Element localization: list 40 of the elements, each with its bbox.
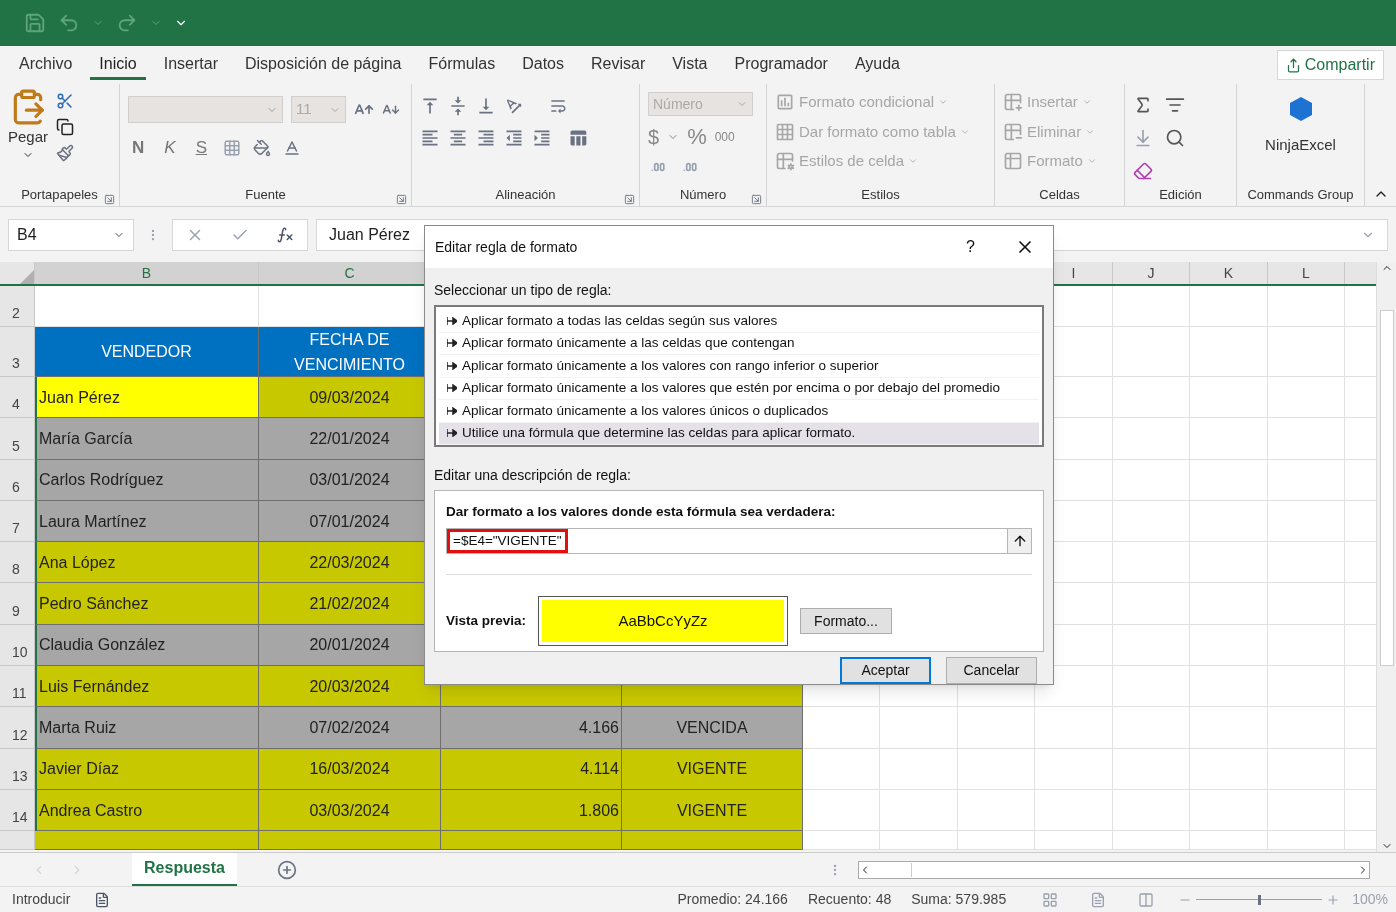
- table-cell: 1.806: [441, 789, 622, 832]
- table-cell: 20/03/2024: [259, 666, 441, 708]
- table-cell: Luis Fernández: [35, 666, 259, 708]
- table-cell: Juan Pérez: [35, 377, 259, 419]
- mode-indicator: Introducir: [12, 890, 71, 909]
- group-label: Estilos: [861, 186, 900, 205]
- formula-text: =$E4="VIGENTE": [447, 529, 568, 554]
- format-preview: AaBbCcYyZz: [538, 596, 788, 647]
- status-statistic: Promedio: 24.166: [677, 890, 788, 909]
- table-cell: Marta Ruiz: [35, 707, 259, 749]
- table-cell: Carlos Rodríguez: [35, 459, 259, 501]
- table-cell: 4.114: [441, 748, 622, 790]
- group-label: Celdas: [1039, 186, 1080, 205]
- formula-label: Dar formato a los valores donde esta fórmula sea verdadera:: [446, 503, 837, 521]
- group-label: Número: [679, 186, 727, 205]
- table-cell: Claudia González: [35, 624, 259, 667]
- dialog-title: Editar regla de formato: [435, 237, 579, 257]
- status-statistic: Suma: 579.985: [911, 890, 1007, 909]
- preview-label: Vista previa:: [446, 612, 528, 631]
- table-cell: VIGENTE: [622, 789, 803, 832]
- group-label: Portapapeles: [21, 186, 98, 205]
- group-label: Commands Group: [1247, 186, 1354, 205]
- table-cell: Javier Díaz: [35, 748, 259, 790]
- table-cell: 4.166: [441, 707, 622, 749]
- table-cell: 03/03/2024: [259, 789, 441, 832]
- table-cell: María García: [35, 418, 259, 460]
- group-label: Fuente: [245, 186, 286, 205]
- table-cell: Pedro Sánchez: [35, 583, 259, 625]
- group-label: Alineación: [495, 186, 556, 205]
- table-cell: Andrea Castro: [35, 789, 259, 832]
- status-statistic: Recuento: 48: [807, 890, 892, 909]
- table-cell: 16/03/2024: [259, 748, 441, 790]
- column-title-cell: VENDEDOR: [35, 327, 259, 377]
- table-cell: 07/02/2024: [259, 707, 441, 749]
- table-cell: VENCIDA: [622, 707, 803, 749]
- table-cell: Laura Martínez: [35, 500, 259, 543]
- section-label: Seleccionar un tipo de regla:: [434, 281, 613, 300]
- group-label: Edición: [1159, 186, 1202, 205]
- table-cell: Ana López: [35, 542, 259, 584]
- table-cell: VIGENTE: [622, 748, 803, 790]
